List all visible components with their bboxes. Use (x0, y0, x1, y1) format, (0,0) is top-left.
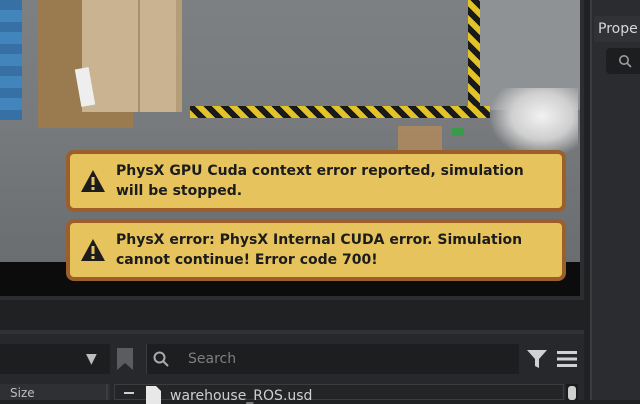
notification-physx-internal-error[interactable]: PhysX error: PhysX Internal CUDA error. … (66, 219, 566, 281)
chevron-down-icon[interactable]: ▼ (86, 352, 97, 366)
search-icon (153, 351, 169, 367)
hazard-stripe-horizontal (190, 106, 490, 118)
notification-message: PhysX error: PhysX Internal CUDA error. … (116, 232, 523, 268)
collapse-icon[interactable] (124, 392, 134, 394)
cardboard-box (82, 0, 182, 112)
panel-divider[interactable] (0, 330, 584, 334)
tree-item-label: warehouse_ROS.usd (170, 388, 313, 404)
viewport-border-right (580, 0, 584, 298)
filter-icon[interactable] (526, 348, 548, 370)
box-seam (138, 0, 140, 112)
tab-properties[interactable]: Prope (594, 16, 640, 42)
column-separator[interactable] (106, 384, 108, 400)
column-header-size[interactable]: Size (0, 384, 110, 400)
search-icon (619, 55, 632, 68)
blue-rack (0, 0, 22, 120)
notification-physx-gpu-error[interactable]: PhysX GPU Cuda context error reported, s… (66, 150, 566, 212)
file-icon (146, 386, 161, 404)
viewport-border-bottom (0, 296, 584, 300)
search-input[interactable] (188, 344, 508, 374)
hamburger-menu-icon[interactable] (556, 349, 578, 369)
warning-icon (81, 239, 105, 261)
hazard-stripe-vertical (468, 0, 480, 108)
scrollbar-thumb[interactable] (568, 386, 576, 400)
warning-icon (81, 170, 105, 192)
notification-message: PhysX GPU Cuda context error reported, s… (116, 163, 524, 199)
bookmark-icon[interactable] (114, 346, 136, 372)
